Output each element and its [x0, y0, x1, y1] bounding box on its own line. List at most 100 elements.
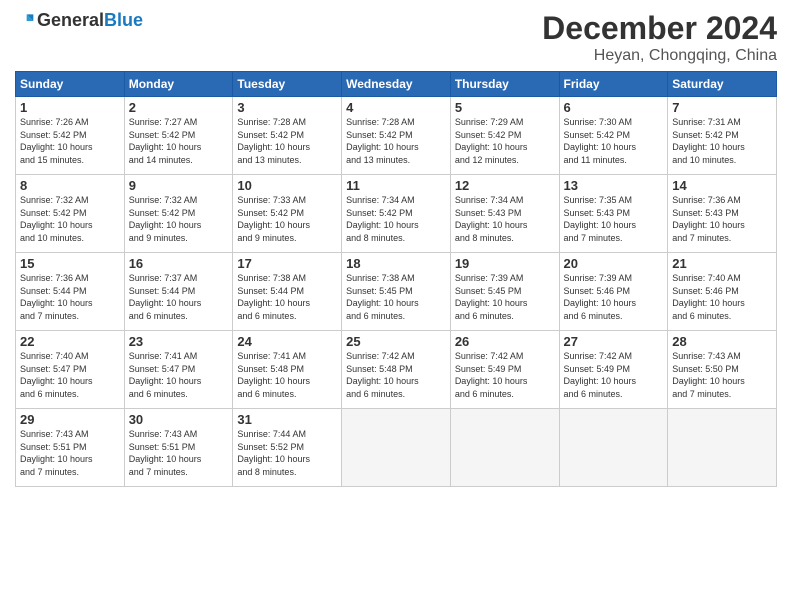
- day-number: 6: [564, 100, 664, 115]
- table-row: 2Sunrise: 7:27 AM Sunset: 5:42 PM Daylig…: [124, 97, 233, 175]
- day-number: 4: [346, 100, 446, 115]
- table-row: 5Sunrise: 7:29 AM Sunset: 5:42 PM Daylig…: [450, 97, 559, 175]
- col-friday: Friday: [559, 72, 668, 97]
- day-detail: Sunrise: 7:43 AM Sunset: 5:51 PM Dayligh…: [129, 428, 229, 478]
- day-detail: Sunrise: 7:40 AM Sunset: 5:46 PM Dayligh…: [672, 272, 772, 322]
- table-row: 13Sunrise: 7:35 AM Sunset: 5:43 PM Dayli…: [559, 175, 668, 253]
- table-row: 31Sunrise: 7:44 AM Sunset: 5:52 PM Dayli…: [233, 409, 342, 487]
- day-detail: Sunrise: 7:34 AM Sunset: 5:42 PM Dayligh…: [346, 194, 446, 244]
- day-number: 17: [237, 256, 337, 271]
- table-row: 3Sunrise: 7:28 AM Sunset: 5:42 PM Daylig…: [233, 97, 342, 175]
- table-row: 20Sunrise: 7:39 AM Sunset: 5:46 PM Dayli…: [559, 253, 668, 331]
- day-number: 21: [672, 256, 772, 271]
- day-number: 23: [129, 334, 229, 349]
- col-saturday: Saturday: [668, 72, 777, 97]
- day-number: 31: [237, 412, 337, 427]
- day-detail: Sunrise: 7:28 AM Sunset: 5:42 PM Dayligh…: [237, 116, 337, 166]
- day-detail: Sunrise: 7:43 AM Sunset: 5:50 PM Dayligh…: [672, 350, 772, 400]
- col-monday: Monday: [124, 72, 233, 97]
- day-detail: Sunrise: 7:36 AM Sunset: 5:44 PM Dayligh…: [20, 272, 120, 322]
- calendar-table: Sunday Monday Tuesday Wednesday Thursday…: [15, 71, 777, 487]
- day-detail: Sunrise: 7:32 AM Sunset: 5:42 PM Dayligh…: [129, 194, 229, 244]
- table-row: 28Sunrise: 7:43 AM Sunset: 5:50 PM Dayli…: [668, 331, 777, 409]
- day-detail: Sunrise: 7:41 AM Sunset: 5:48 PM Dayligh…: [237, 350, 337, 400]
- title-block: December 2024 Heyan, Chongqing, China: [542, 10, 777, 65]
- table-row: 29Sunrise: 7:43 AM Sunset: 5:51 PM Dayli…: [16, 409, 125, 487]
- table-row: 4Sunrise: 7:28 AM Sunset: 5:42 PM Daylig…: [342, 97, 451, 175]
- day-number: 8: [20, 178, 120, 193]
- calendar-week-row: 8Sunrise: 7:32 AM Sunset: 5:42 PM Daylig…: [16, 175, 777, 253]
- day-number: 5: [455, 100, 555, 115]
- day-detail: Sunrise: 7:42 AM Sunset: 5:48 PM Dayligh…: [346, 350, 446, 400]
- calendar-week-row: 22Sunrise: 7:40 AM Sunset: 5:47 PM Dayli…: [16, 331, 777, 409]
- day-number: 19: [455, 256, 555, 271]
- day-detail: Sunrise: 7:44 AM Sunset: 5:52 PM Dayligh…: [237, 428, 337, 478]
- day-detail: Sunrise: 7:31 AM Sunset: 5:42 PM Dayligh…: [672, 116, 772, 166]
- table-row: 1Sunrise: 7:26 AM Sunset: 5:42 PM Daylig…: [16, 97, 125, 175]
- day-detail: Sunrise: 7:29 AM Sunset: 5:42 PM Dayligh…: [455, 116, 555, 166]
- day-number: 22: [20, 334, 120, 349]
- day-detail: Sunrise: 7:40 AM Sunset: 5:47 PM Dayligh…: [20, 350, 120, 400]
- day-number: 28: [672, 334, 772, 349]
- table-row: 7Sunrise: 7:31 AM Sunset: 5:42 PM Daylig…: [668, 97, 777, 175]
- col-wednesday: Wednesday: [342, 72, 451, 97]
- day-detail: Sunrise: 7:28 AM Sunset: 5:42 PM Dayligh…: [346, 116, 446, 166]
- day-number: 2: [129, 100, 229, 115]
- day-detail: Sunrise: 7:38 AM Sunset: 5:45 PM Dayligh…: [346, 272, 446, 322]
- table-row: [559, 409, 668, 487]
- day-detail: Sunrise: 7:27 AM Sunset: 5:42 PM Dayligh…: [129, 116, 229, 166]
- table-row: 8Sunrise: 7:32 AM Sunset: 5:42 PM Daylig…: [16, 175, 125, 253]
- day-detail: Sunrise: 7:39 AM Sunset: 5:46 PM Dayligh…: [564, 272, 664, 322]
- day-detail: Sunrise: 7:43 AM Sunset: 5:51 PM Dayligh…: [20, 428, 120, 478]
- day-detail: Sunrise: 7:30 AM Sunset: 5:42 PM Dayligh…: [564, 116, 664, 166]
- day-number: 25: [346, 334, 446, 349]
- table-row: 15Sunrise: 7:36 AM Sunset: 5:44 PM Dayli…: [16, 253, 125, 331]
- table-row: 30Sunrise: 7:43 AM Sunset: 5:51 PM Dayli…: [124, 409, 233, 487]
- day-detail: Sunrise: 7:26 AM Sunset: 5:42 PM Dayligh…: [20, 116, 120, 166]
- day-number: 11: [346, 178, 446, 193]
- calendar-week-row: 29Sunrise: 7:43 AM Sunset: 5:51 PM Dayli…: [16, 409, 777, 487]
- calendar-header-row: Sunday Monday Tuesday Wednesday Thursday…: [16, 72, 777, 97]
- day-number: 1: [20, 100, 120, 115]
- day-number: 24: [237, 334, 337, 349]
- day-number: 29: [20, 412, 120, 427]
- table-row: 23Sunrise: 7:41 AM Sunset: 5:47 PM Dayli…: [124, 331, 233, 409]
- table-row: 26Sunrise: 7:42 AM Sunset: 5:49 PM Dayli…: [450, 331, 559, 409]
- table-row: 22Sunrise: 7:40 AM Sunset: 5:47 PM Dayli…: [16, 331, 125, 409]
- calendar-week-row: 15Sunrise: 7:36 AM Sunset: 5:44 PM Dayli…: [16, 253, 777, 331]
- day-number: 9: [129, 178, 229, 193]
- table-row: 10Sunrise: 7:33 AM Sunset: 5:42 PM Dayli…: [233, 175, 342, 253]
- day-detail: Sunrise: 7:34 AM Sunset: 5:43 PM Dayligh…: [455, 194, 555, 244]
- table-row: [342, 409, 451, 487]
- day-number: 14: [672, 178, 772, 193]
- day-number: 10: [237, 178, 337, 193]
- table-row: 27Sunrise: 7:42 AM Sunset: 5:49 PM Dayli…: [559, 331, 668, 409]
- logo-general: GeneralBlue: [37, 10, 143, 31]
- table-row: 18Sunrise: 7:38 AM Sunset: 5:45 PM Dayli…: [342, 253, 451, 331]
- calendar-week-row: 1Sunrise: 7:26 AM Sunset: 5:42 PM Daylig…: [16, 97, 777, 175]
- day-detail: Sunrise: 7:36 AM Sunset: 5:43 PM Dayligh…: [672, 194, 772, 244]
- page-container: GeneralBlue December 2024 Heyan, Chongqi…: [0, 0, 792, 497]
- day-detail: Sunrise: 7:32 AM Sunset: 5:42 PM Dayligh…: [20, 194, 120, 244]
- day-detail: Sunrise: 7:38 AM Sunset: 5:44 PM Dayligh…: [237, 272, 337, 322]
- col-sunday: Sunday: [16, 72, 125, 97]
- table-row: 9Sunrise: 7:32 AM Sunset: 5:42 PM Daylig…: [124, 175, 233, 253]
- table-row: 17Sunrise: 7:38 AM Sunset: 5:44 PM Dayli…: [233, 253, 342, 331]
- day-detail: Sunrise: 7:35 AM Sunset: 5:43 PM Dayligh…: [564, 194, 664, 244]
- day-number: 27: [564, 334, 664, 349]
- day-number: 7: [672, 100, 772, 115]
- logo: GeneralBlue: [15, 10, 143, 31]
- day-detail: Sunrise: 7:33 AM Sunset: 5:42 PM Dayligh…: [237, 194, 337, 244]
- col-tuesday: Tuesday: [233, 72, 342, 97]
- day-detail: Sunrise: 7:42 AM Sunset: 5:49 PM Dayligh…: [455, 350, 555, 400]
- table-row: 25Sunrise: 7:42 AM Sunset: 5:48 PM Dayli…: [342, 331, 451, 409]
- main-title: December 2024: [542, 10, 777, 47]
- subtitle: Heyan, Chongqing, China: [542, 47, 777, 65]
- day-detail: Sunrise: 7:41 AM Sunset: 5:47 PM Dayligh…: [129, 350, 229, 400]
- table-row: 21Sunrise: 7:40 AM Sunset: 5:46 PM Dayli…: [668, 253, 777, 331]
- day-number: 20: [564, 256, 664, 271]
- day-detail: Sunrise: 7:37 AM Sunset: 5:44 PM Dayligh…: [129, 272, 229, 322]
- header: GeneralBlue December 2024 Heyan, Chongqi…: [15, 10, 777, 65]
- day-number: 18: [346, 256, 446, 271]
- table-row: 19Sunrise: 7:39 AM Sunset: 5:45 PM Dayli…: [450, 253, 559, 331]
